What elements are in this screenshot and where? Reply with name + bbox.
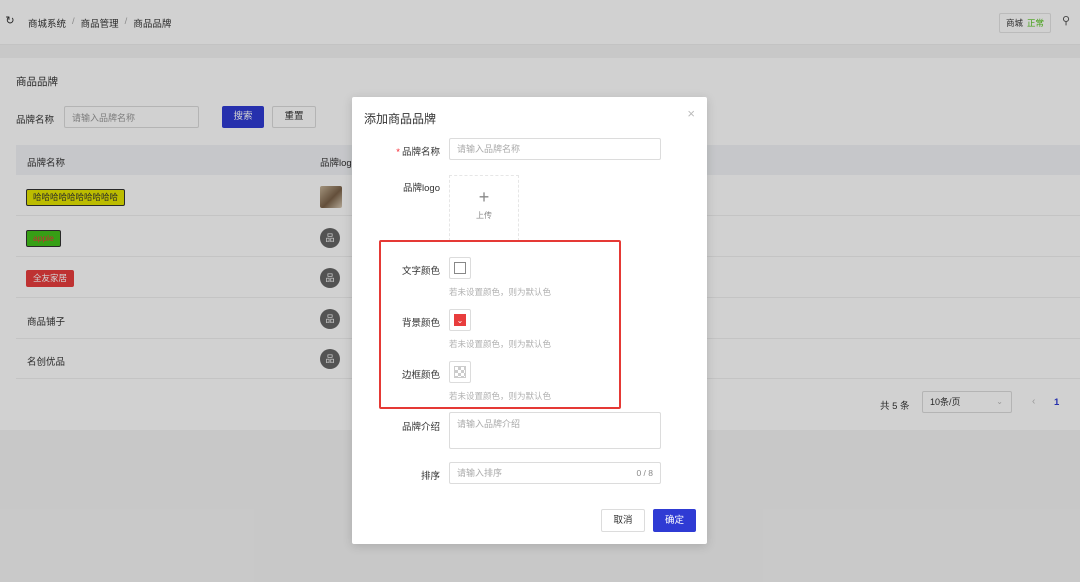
brand-name-label: * 品牌名称	[352, 144, 440, 158]
required-mark: *	[396, 147, 400, 158]
confirm-button[interactable]: 确定	[653, 509, 696, 532]
brand-logo-label: 品牌logo	[403, 183, 440, 194]
brand-name-input[interactable]: 请输入品牌名称	[449, 138, 661, 160]
highlight-box	[379, 240, 621, 409]
brand-intro-label: 品牌介绍	[401, 422, 440, 433]
add-brand-dialog: 添加商品品牌 × * 品牌名称 请输入品牌名称 品牌logo + 上传 文字颜色 …	[352, 97, 707, 544]
plus-icon: +	[478, 187, 490, 207]
sort-label: 排序	[420, 471, 440, 482]
sort-placeholder: 请输入排序	[457, 468, 503, 478]
dialog-title: 添加商品品牌	[364, 112, 437, 126]
cancel-button[interactable]: 取消	[601, 509, 645, 532]
logo-upload-button[interactable]: + 上传	[449, 175, 519, 241]
brand-intro-textarea[interactable]: 请输入品牌介绍	[449, 412, 661, 449]
sort-char-counter: 0 / 8	[636, 468, 653, 478]
close-icon[interactable]: ×	[687, 106, 695, 121]
brand-name-label-text: 品牌名称	[401, 147, 440, 158]
sort-input[interactable]: 请输入排序 0 / 8	[449, 462, 661, 484]
upload-text: 上传	[476, 211, 492, 220]
